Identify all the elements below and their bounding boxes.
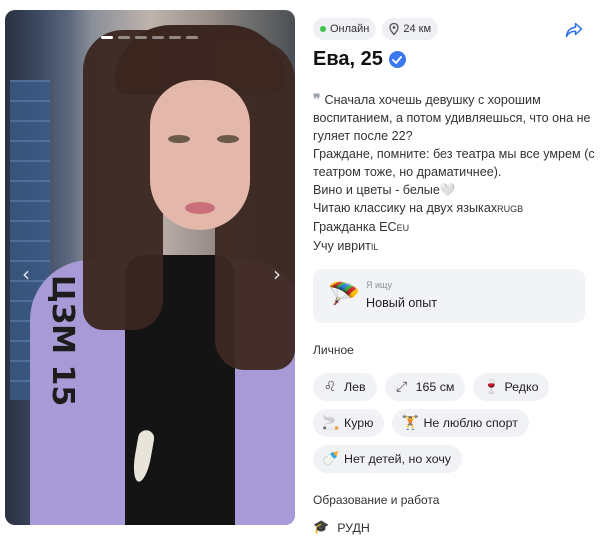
verified-check-icon: [388, 51, 406, 68]
cigarette-icon: 🚬: [322, 415, 340, 431]
slide-dot[interactable]: [118, 36, 130, 39]
parachute-icon: 🪂: [328, 279, 361, 309]
chip-sport: 🏋 Не люблю спорт: [392, 409, 529, 437]
glass-icon: 🍷: [482, 379, 500, 395]
online-status-label: Онлайн: [330, 23, 370, 35]
slide-dot[interactable]: [169, 36, 181, 39]
profile-name-age: Ева, 25: [313, 48, 383, 70]
prev-photo-chevron-icon[interactable]: ‹: [22, 262, 30, 286]
bio-line: Читаю классику на двух языках: [313, 201, 498, 215]
personal-chips-row-3: 🍼 Нет детей, но хочу: [313, 445, 462, 473]
chip-label: Лев: [344, 380, 366, 394]
flag-il: IL: [370, 242, 379, 252]
location-pin-icon: [389, 23, 400, 35]
photo-slide-indicator: [101, 36, 198, 39]
bio-line: Вино и цветы - белые🤍: [313, 183, 456, 197]
looking-for-value: Новый опыт: [366, 296, 438, 310]
slide-dot[interactable]: [101, 36, 113, 39]
profile-bio: ❞ Сначала хочешь девушку с хорошим воспит…: [313, 90, 595, 256]
slide-dot[interactable]: [135, 36, 147, 39]
chip-label: Курю: [344, 416, 374, 430]
slide-dot[interactable]: [152, 36, 164, 39]
graduation-cap-icon: 🎓: [313, 520, 330, 535]
height-icon: ⤢: [396, 379, 408, 395]
share-button[interactable]: [565, 22, 583, 43]
dumbbell-icon: 🏋: [401, 415, 419, 431]
chip-alcohol: 🍷 Редко: [473, 373, 550, 401]
slide-dot[interactable]: [186, 36, 198, 39]
share-icon: [565, 22, 583, 42]
education-section-title: Образование и работа: [313, 493, 440, 507]
quote-icon: ❞: [313, 91, 321, 107]
flag-ru-gb: RUGB: [497, 204, 524, 214]
personal-chips-row-2: 🚬 Курю 🏋 Не люблю спорт: [313, 409, 529, 437]
leo-icon: ♌: [323, 379, 337, 395]
next-photo-chevron-icon[interactable]: ›: [273, 262, 281, 286]
looking-for-label: Я ищу: [366, 280, 393, 290]
university-label: РУДН: [337, 520, 370, 535]
distance-label: 24 км: [403, 23, 432, 35]
bio-line: Учу иврит: [313, 239, 371, 253]
bio-line: Гражданка EC: [313, 220, 397, 234]
photo-jacket-print: ЦЗМ 15: [45, 275, 80, 407]
distance-badge: 24 км: [382, 18, 439, 40]
education-item: 🎓 РУДН: [313, 520, 370, 535]
online-status-badge: Онлайн: [313, 18, 377, 40]
bio-line: Граждане, помните: без театра мы все умр…: [313, 147, 595, 179]
chip-label: Не люблю спорт: [423, 416, 518, 430]
online-dot-icon: [320, 26, 326, 32]
bio-line: Сначала хочешь девушку с хорошим воспита…: [313, 93, 591, 143]
chip-label: Редко: [504, 380, 539, 394]
personal-chips-row-1: ♌ Лев ⤢ 165 см 🍷 Редко: [313, 373, 550, 401]
chip-label: 165 см: [415, 380, 455, 394]
baby-bottle-icon: 🍼: [322, 451, 340, 467]
flag-eu: EU: [396, 223, 410, 233]
chip-label: Нет детей, но хочу: [344, 452, 451, 466]
chip-height: ⤢ 165 см: [384, 373, 466, 401]
chip-zodiac: ♌ Лев: [313, 373, 377, 401]
chip-children: 🍼 Нет детей, но хочу: [313, 445, 462, 473]
chip-smoking: 🚬 Курю: [313, 409, 385, 437]
personal-section-title: Личное: [313, 343, 354, 357]
looking-for-card: 🪂 Я ищу Новый опыт: [313, 269, 585, 323]
profile-photo[interactable]: ЦЗМ 15 ‹ ›: [5, 10, 295, 525]
